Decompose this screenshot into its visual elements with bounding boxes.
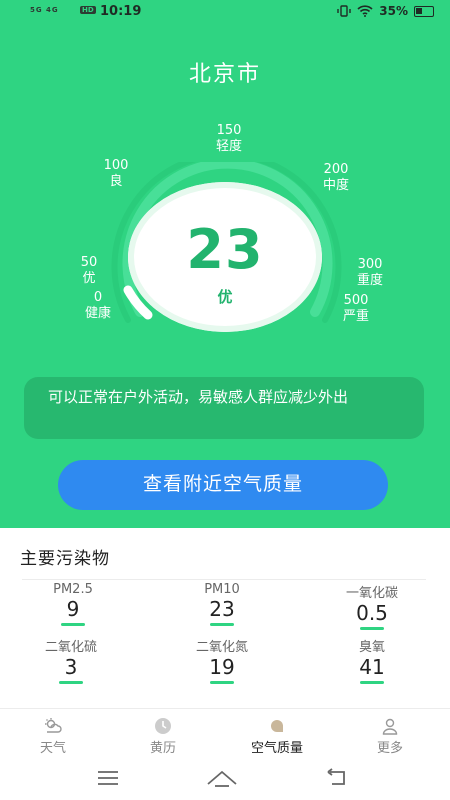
scale-label-500: 500 严重 <box>342 293 369 324</box>
pollutant-name: PM2.5 <box>53 582 93 597</box>
pollutant-no2: 二氧化氮 19 <box>167 636 277 684</box>
pollutant-co: 一氧化碳 0.5 <box>317 582 427 630</box>
tab-air-quality[interactable]: 空气质量 <box>232 717 322 756</box>
pollutant-so2: 二氧化硫 3 <box>16 636 126 684</box>
view-nearby-air-quality-button[interactable]: 查看附近空气质量 <box>58 460 388 510</box>
battery-icon <box>414 5 434 17</box>
vibrate-icon <box>337 5 351 17</box>
scale-label-0: 0 健康 <box>84 290 111 321</box>
hero-panel: 5G 4G HD 10:19 35% 北京市 23 优 150 轻度 100 良 2… <box>0 0 450 528</box>
battery-percent: 35% <box>379 4 408 18</box>
tab-label: 空气质量 <box>250 741 303 756</box>
pollutant-value: 23 <box>209 597 235 621</box>
pollutant-underline <box>210 623 234 626</box>
pollutant-pm10: PM10 23 <box>167 582 277 626</box>
calendar-icon <box>155 718 171 734</box>
pollutant-value: 9 <box>66 597 80 621</box>
pollutant-value: 41 <box>359 655 385 679</box>
pollutant-value: 3 <box>64 655 78 679</box>
pollutant-name: 一氧化碳 <box>345 586 398 601</box>
pollutant-pm25: PM2.5 9 <box>18 582 128 626</box>
status-time: 10:19 <box>100 4 142 19</box>
profile-icon <box>382 718 398 735</box>
status-bar: 5G 4G HD 10:19 35% <box>0 0 450 28</box>
pollutants-card: 主要污染物 PM2.5 9 PM10 23 一氧化碳 0.5 二氧化硫 3 二氧… <box>0 528 450 708</box>
aqi-level: 优 <box>217 288 233 306</box>
status-right: 35% <box>337 4 434 18</box>
back-icon[interactable] <box>326 768 350 788</box>
air-quality-icon <box>271 720 283 732</box>
pollutant-value: 19 <box>209 655 235 679</box>
pollutant-name: 二氧化硫 <box>44 640 97 655</box>
scale-label-50: 50 优 <box>80 255 98 286</box>
pollutant-underline <box>360 627 384 630</box>
weather-icon <box>45 718 62 733</box>
tab-more[interactable]: 更多 <box>345 717 435 756</box>
aqi-value: 23 <box>186 218 264 281</box>
tab-weather[interactable]: 天气 <box>8 717 98 756</box>
pollutant-value: 0.5 <box>356 601 388 625</box>
pollutant-underline <box>210 681 234 684</box>
pollutant-name: PM10 <box>204 582 240 597</box>
hd-badge: HD <box>80 6 96 14</box>
pollutant-o3: 臭氧 41 <box>317 636 427 684</box>
tab-label: 黄历 <box>149 741 176 756</box>
pollutant-name: 臭氧 <box>358 640 385 655</box>
home-icon[interactable] <box>205 768 239 788</box>
tab-label: 天气 <box>39 741 66 756</box>
city-title[interactable]: 北京市 <box>0 56 450 88</box>
pollutant-underline <box>360 681 384 684</box>
pollutant-name: 二氧化氮 <box>195 640 248 655</box>
card-divider <box>22 579 426 580</box>
scale-label-150: 150 轻度 <box>215 123 242 154</box>
tab-label: 更多 <box>376 741 403 756</box>
health-advice: 可以正常在户外活动，易敏感人群应减少外出 <box>24 377 424 439</box>
system-nav-bar <box>0 760 450 800</box>
wifi-icon <box>357 5 373 17</box>
menu-icon[interactable] <box>97 770 119 786</box>
pollutant-underline <box>61 623 85 626</box>
scale-label-200: 200 中度 <box>322 162 349 193</box>
scale-label-300: 300 重度 <box>356 257 383 288</box>
scale-label-100: 100 良 <box>103 158 129 189</box>
tab-almanac[interactable]: 黄历 <box>118 717 208 756</box>
network-indicator: 5G 4G <box>30 6 59 14</box>
pollutants-title: 主要污染物 <box>20 549 110 569</box>
pollutant-underline <box>59 681 83 684</box>
bottom-tab-bar: 天气 黄历 空气质量 更多 <box>0 708 450 760</box>
